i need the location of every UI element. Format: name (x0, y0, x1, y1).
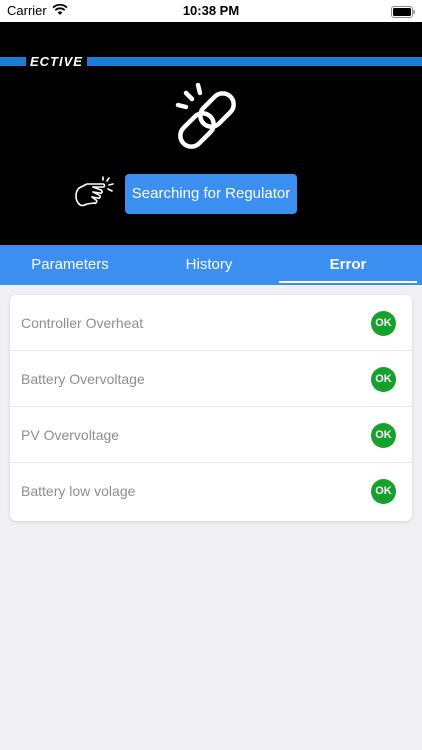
ok-status-badge: OK (371, 423, 396, 448)
clock: 10:38 PM (182, 3, 240, 18)
error-status-list: Controller Overheat OK Battery Overvolta… (10, 295, 412, 521)
tap-hand-icon (73, 176, 117, 215)
error-label: Battery Overvoltage (21, 371, 145, 387)
ok-status-badge: OK (371, 311, 396, 336)
list-item: Battery Overvoltage OK (10, 351, 412, 407)
tab-parameters[interactable]: Parameters (0, 245, 140, 285)
ok-status-badge: OK (371, 367, 396, 392)
list-item: PV Overvoltage OK (10, 407, 412, 463)
device-header: ECTIVE Searching for Regulator (0, 22, 422, 245)
searching-regulator-button[interactable]: Searching for Regulator (125, 174, 297, 214)
error-label: PV Overvoltage (21, 427, 120, 443)
broken-link-icon (170, 79, 252, 166)
brand-logo: ECTIVE (26, 53, 87, 70)
list-item: Battery low volage OK (10, 463, 412, 519)
active-tab-indicator (279, 281, 417, 283)
tab-error[interactable]: Error (278, 245, 418, 285)
error-label: Controller Overheat (21, 315, 144, 331)
tab-history[interactable]: History (139, 245, 279, 285)
ok-status-badge: OK (371, 479, 396, 504)
error-label: Battery low volage (21, 483, 136, 499)
tab-bar: Parameters History Error (0, 245, 422, 285)
list-item: Controller Overheat OK (10, 295, 412, 351)
status-bar: Carrier 10:38 PM (0, 0, 422, 22)
battery-icon (391, 5, 416, 23)
